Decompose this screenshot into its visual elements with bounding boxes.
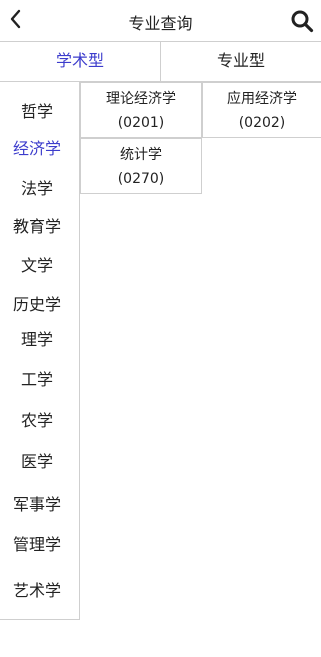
major-card[interactable]: 应用经济学 (0202) xyxy=(202,82,321,138)
major-name: 理论经济学 xyxy=(106,91,176,107)
sidebar-item-agriculture[interactable]: 农学 xyxy=(0,411,74,431)
sidebar-item-art[interactable]: 艺术学 xyxy=(0,581,74,601)
type-tabs: 学术型 专业型 xyxy=(0,42,321,82)
sidebar-item-engineering[interactable]: 工学 xyxy=(0,370,74,390)
major-card[interactable]: 统计学 (0270) xyxy=(80,138,202,194)
sidebar-item-literature[interactable]: 文学 xyxy=(0,256,74,276)
major-name: 统计学 xyxy=(120,147,162,163)
sidebar-item-management[interactable]: 管理学 xyxy=(0,535,74,555)
tab-academic[interactable]: 学术型 xyxy=(0,42,160,81)
major-name: 应用经济学 xyxy=(227,91,297,107)
sidebar-item-medicine[interactable]: 医学 xyxy=(0,452,74,472)
sidebar-item-philosophy[interactable]: 哲学 xyxy=(0,102,74,122)
major-code: (0201) xyxy=(117,115,165,131)
sidebar-item-education[interactable]: 教育学 xyxy=(0,217,74,237)
major-card[interactable]: 理论经济学 (0201) xyxy=(80,82,202,138)
discipline-sidebar: 哲学 经济学 法学 教育学 文学 历史学 理学 工学 农学 医学 军事学 管理学… xyxy=(0,82,80,620)
sidebar-item-science[interactable]: 理学 xyxy=(0,330,74,350)
sidebar-item-military[interactable]: 军事学 xyxy=(0,495,74,515)
major-code: (0202) xyxy=(238,115,286,131)
search-icon xyxy=(291,10,314,33)
major-code: (0270) xyxy=(117,171,165,187)
sidebar-item-history[interactable]: 历史学 xyxy=(0,295,74,315)
sidebar-item-law[interactable]: 法学 xyxy=(0,179,74,199)
sidebar-item-economics[interactable]: 经济学 xyxy=(0,139,74,159)
page-title: 专业查询 xyxy=(128,14,193,33)
top-bar: 专业查询 xyxy=(0,0,321,42)
search-button[interactable] xyxy=(289,8,315,34)
tab-professional[interactable]: 专业型 xyxy=(160,42,321,81)
